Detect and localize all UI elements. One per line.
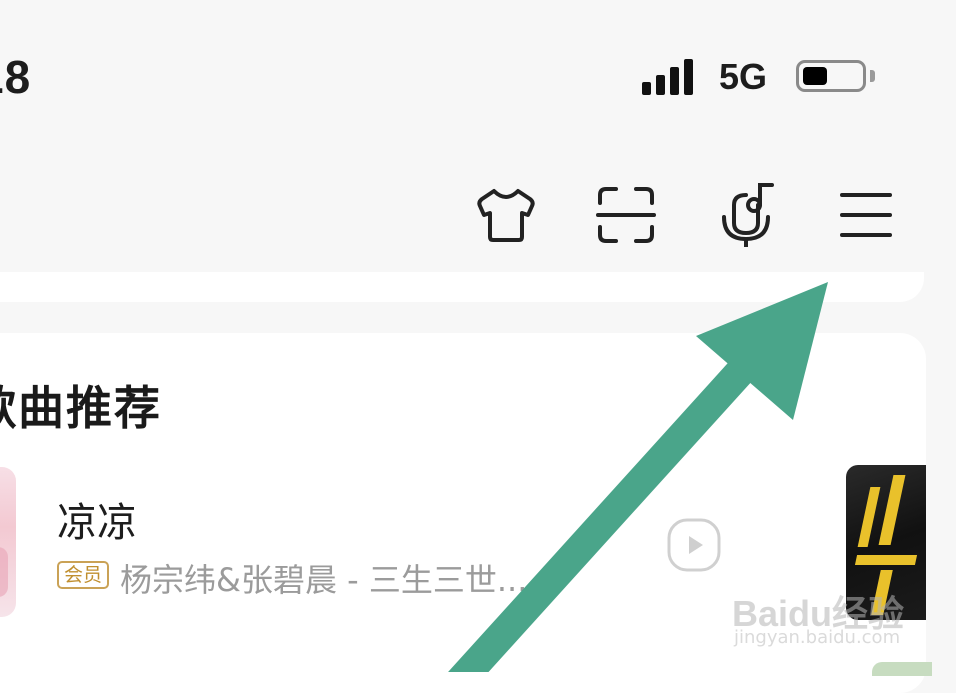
song-subtitle: 杨宗纬&张碧晨 - 三生三世... (120, 561, 528, 599)
status-time: 18 (0, 51, 32, 103)
mic-music-icon[interactable] (714, 183, 778, 249)
menu-icon[interactable] (834, 183, 898, 247)
cellular-signal-icon (642, 57, 700, 95)
song-title[interactable]: 凉凉 (57, 490, 137, 548)
top-card-bottom (0, 272, 924, 302)
battery-icon (796, 60, 866, 92)
vip-badge: 会员 (57, 561, 109, 589)
watermark-sub: jingyan.baidu.com (734, 627, 901, 648)
tshirt-icon[interactable] (474, 183, 538, 247)
scan-icon[interactable] (594, 183, 658, 247)
play-button[interactable] (667, 518, 721, 572)
watermark: Baidu经验 jingyan.baidu.com (732, 585, 912, 651)
next-cover-strip (872, 662, 932, 676)
section-title: 歌曲推荐 (0, 381, 162, 435)
battery-tip (870, 70, 875, 82)
song-cover[interactable] (0, 467, 16, 617)
network-type: 5G (719, 56, 768, 97)
